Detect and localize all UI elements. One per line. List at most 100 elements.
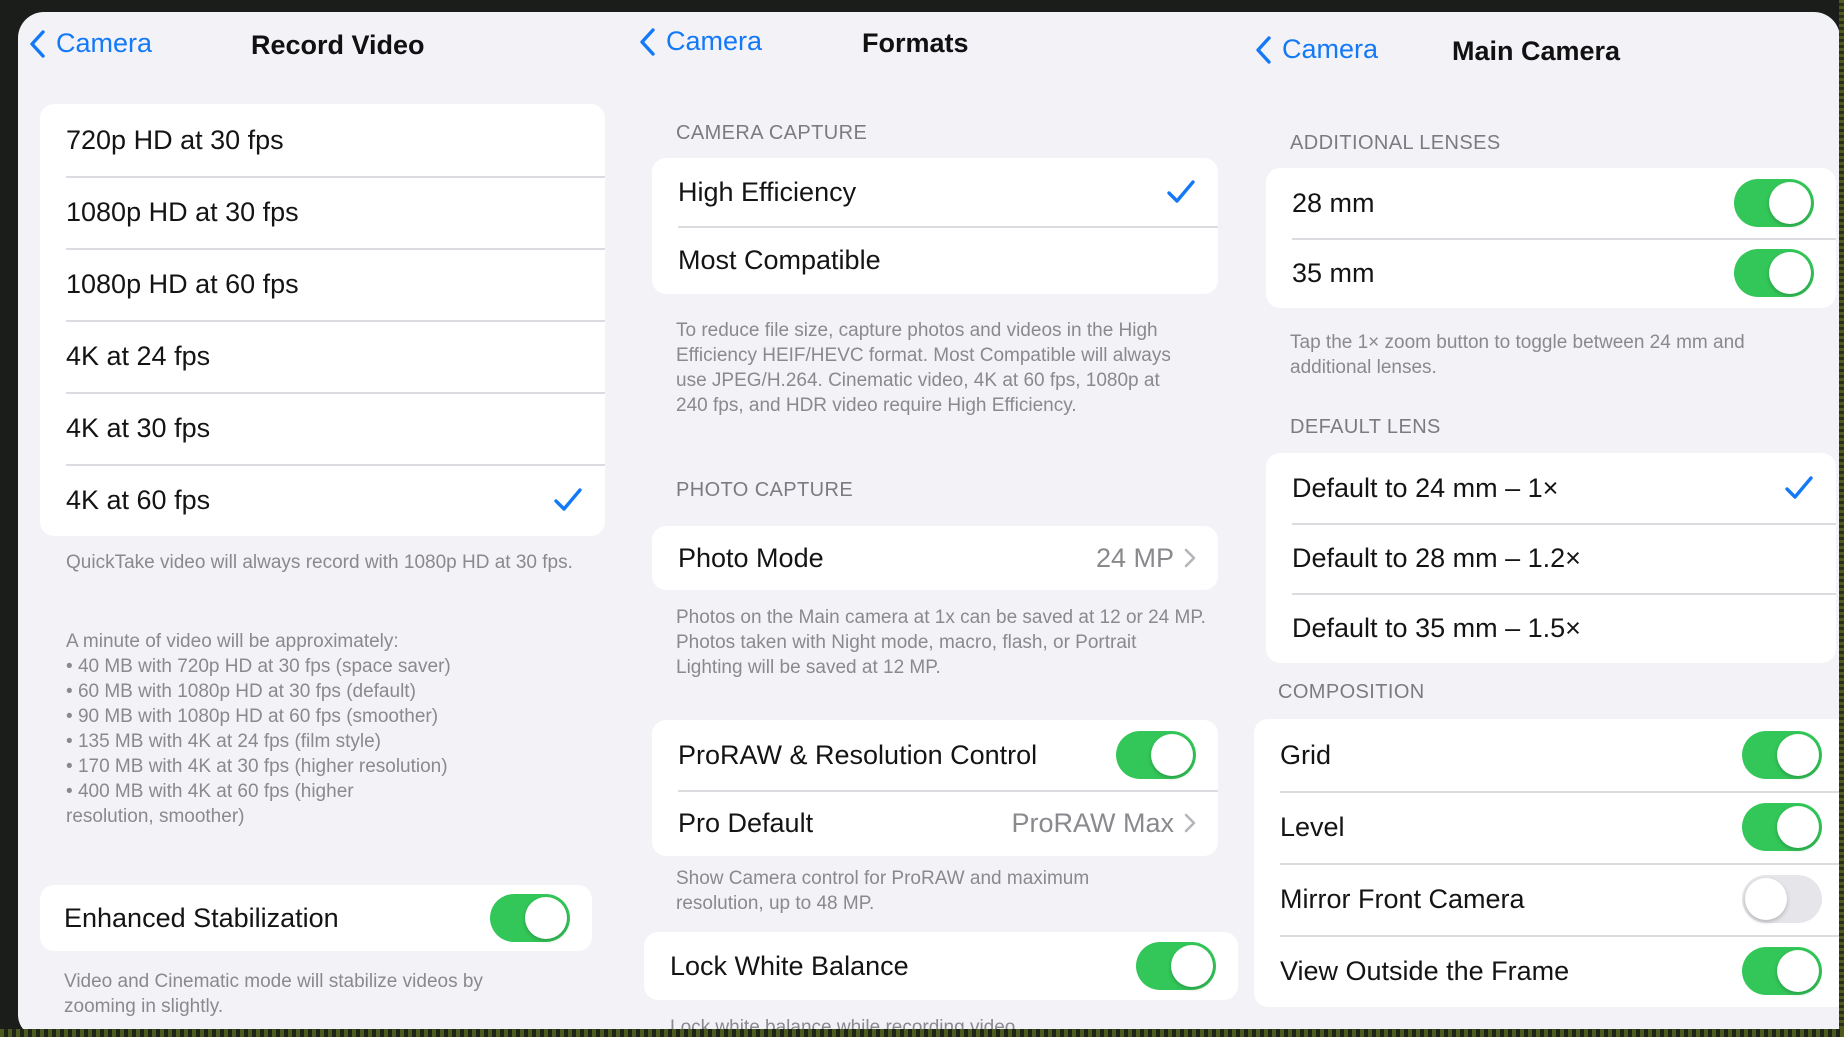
list-item-selected[interactable]: Default to 24 mm – 1× [1266,453,1836,523]
proraw-row: ProRAW & Resolution Control [652,720,1218,790]
chevron-left-icon [1256,35,1271,64]
toggle-knob [1151,734,1193,776]
option-label: High Efficiency [678,176,857,207]
proraw-toggle[interactable] [1116,731,1196,779]
grid-label: Grid [1280,739,1332,770]
settings-screen: Camera Record Video 720p HD at 30 fps 10… [18,12,1840,1037]
photo-mode-group: Photo Mode 24 MP [652,526,1218,590]
list-item[interactable]: 1080p HD at 60 fps [40,248,605,320]
grid-row: Grid [1254,719,1840,791]
size-item: 400 MB with 4K at 60 fps (higher resolut… [66,779,426,829]
stabilization-label: Enhanced Stabilization [64,902,339,933]
size-intro: A minute of video will be approximately: [66,631,399,652]
additional-lenses-header: ADDITIONAL LENSES [1290,132,1501,154]
size-info: A minute of video will be approximately:… [66,629,606,829]
toggle-knob [1777,734,1819,776]
chevron-left-icon [640,27,655,56]
screen-edge [0,1029,1844,1037]
record-video-panel: Camera Record Video 720p HD at 30 fps 10… [18,12,618,1037]
navbar: Camera Main Camera [1238,34,1840,74]
pro-default-value: ProRAW Max [1011,807,1174,838]
navbar: Camera Record Video [18,26,618,66]
default-lens-list: Default to 24 mm – 1× Default to 28 mm –… [1266,453,1836,663]
view-outside-frame-toggle[interactable] [1742,947,1822,995]
quicktake-note: QuickTake video will always record with … [66,552,573,573]
list-item[interactable]: 4K at 30 fps [40,392,605,464]
proraw-group: ProRAW & Resolution Control Pro Default … [652,720,1218,856]
grid-toggle[interactable] [1742,731,1822,779]
list-item[interactable]: 720p HD at 30 fps [40,104,605,176]
size-item: 170 MB with 4K at 30 fps (higher resolut… [66,754,606,779]
size-item: 90 MB with 1080p HD at 60 fps (smoother) [66,704,606,729]
toggle-knob [1769,252,1811,294]
capture-note: To reduce file size, capture photos and … [676,320,1171,416]
back-button[interactable]: Camera [28,28,152,59]
photo-mode-row[interactable]: Photo Mode 24 MP [652,526,1218,590]
level-row: Level [1254,791,1840,863]
resolution-list: 720p HD at 30 fps 1080p HD at 30 fps 108… [40,104,605,536]
lens-28mm-toggle[interactable] [1734,179,1814,227]
option-label: 1080p HD at 30 fps [66,196,299,227]
capture-format-list: High Efficiency Most Compatible [652,158,1218,294]
lock-wb-group: Lock White Balance [644,932,1238,1000]
option-label: 4K at 24 fps [66,340,211,371]
mirror-front-camera-toggle[interactable] [1742,875,1822,923]
lock-wb-row: Lock White Balance [644,932,1238,1000]
view-outside-frame-row: View Outside the Frame [1254,935,1840,1007]
list-item-selected[interactable]: High Efficiency [652,158,1218,226]
toggle-knob [525,897,567,939]
view-outside-frame-label: View Outside the Frame [1280,955,1570,986]
toggle-knob [1769,182,1811,224]
size-item: 40 MB with 720p HD at 30 fps (space save… [66,654,606,679]
option-label: 720p HD at 30 fps [66,124,284,155]
list-item[interactable]: Most Compatible [652,226,1218,294]
back-button[interactable]: Camera [638,26,762,57]
additional-lenses-list: 28 mm 35 mm [1266,168,1836,308]
page-title: Record Video [251,30,425,60]
level-toggle[interactable] [1742,803,1822,851]
photo-note: Photos on the Main camera at 1x can be s… [676,607,1206,678]
option-label: 4K at 30 fps [66,412,211,443]
list-item[interactable]: 1080p HD at 30 fps [40,176,605,248]
checkmark-icon [553,486,583,514]
list-item-selected[interactable]: 4K at 60 fps [40,464,605,536]
photo-capture-header: PHOTO CAPTURE [676,479,854,501]
lens-35mm-toggle[interactable] [1734,249,1814,297]
lens-row: 35 mm [1266,238,1836,308]
pro-default-row[interactable]: Pro Default ProRAW Max [652,790,1218,856]
toggle-knob [1171,945,1213,987]
option-label: Most Compatible [678,244,881,275]
lens-label: 35 mm [1292,257,1375,288]
list-item[interactable]: 4K at 24 fps [40,320,605,392]
back-label: Camera [666,26,763,56]
stabilization-row: Enhanced Stabilization [40,885,592,951]
lock-wb-toggle[interactable] [1136,942,1216,990]
back-button[interactable]: Camera [1254,34,1378,65]
proraw-label: ProRAW & Resolution Control [678,739,1038,770]
main-camera-panel: Camera Main Camera ADDITIONAL LENSES 28 … [1238,12,1840,1037]
size-item: 60 MB with 1080p HD at 30 fps (default) [66,679,606,704]
option-label: Default to 35 mm – 1.5× [1292,612,1581,643]
lens-row: 28 mm [1266,168,1836,238]
stabilization-group: Enhanced Stabilization [40,885,592,951]
photo-mode-label: Photo Mode [678,542,824,573]
list-item[interactable]: Default to 28 mm – 1.2× [1266,523,1836,593]
checkmark-icon [1166,178,1196,206]
stabilization-note: Video and Cinematic mode will stabilize … [64,971,483,1017]
camera-capture-header: CAMERA CAPTURE [676,122,868,144]
mirror-front-camera-label: Mirror Front Camera [1280,883,1525,914]
pro-default-label: Pro Default [678,807,814,838]
option-label: Default to 24 mm – 1× [1292,472,1559,503]
lens-label: 28 mm [1292,187,1375,218]
stabilization-toggle[interactable] [490,894,570,942]
size-list: 40 MB with 720p HD at 30 fps (space save… [66,654,606,829]
checkmark-icon [1784,474,1814,502]
screen-edge [1839,0,1844,1037]
toggle-knob [1777,950,1819,992]
composition-list: Grid Level Mirror Front Camera View Outs… [1254,719,1840,1007]
list-item[interactable]: Default to 35 mm – 1.5× [1266,593,1836,663]
chevron-right-icon [1184,548,1196,568]
proraw-note: Show Camera control for ProRAW and maxim… [676,868,1090,914]
option-label: Default to 28 mm – 1.2× [1292,542,1581,573]
navbar: Camera Formats [618,26,1238,66]
